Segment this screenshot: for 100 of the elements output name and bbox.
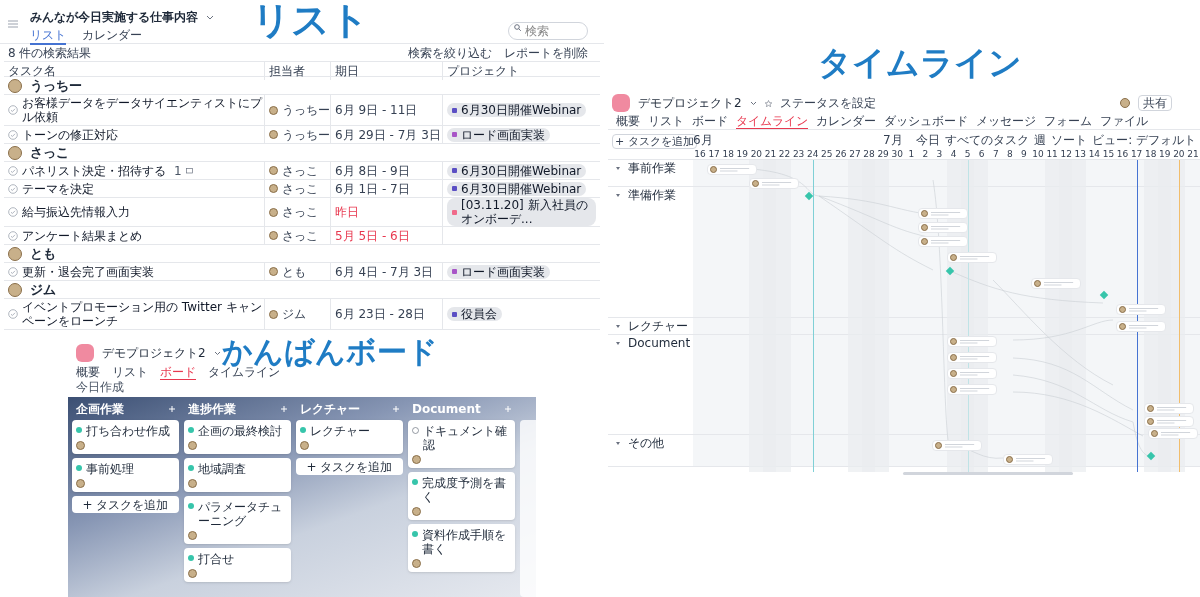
tab[interactable]: 概要 <box>76 365 100 380</box>
timeline-task[interactable] <box>946 368 997 379</box>
timeline-task[interactable] <box>1115 304 1166 315</box>
check-circle-icon <box>8 230 18 241</box>
column-title: Document <box>412 400 481 418</box>
task-card[interactable]: 資料作成手順を書く <box>408 524 515 572</box>
assignee-name: さっこ <box>282 181 318 196</box>
task-name[interactable]: パネリスト決定・招待する <box>22 163 166 178</box>
share-button[interactable]: 共有 <box>1138 95 1172 111</box>
chevron-down-icon <box>206 14 214 20</box>
task-card[interactable]: 打ち合わせ作成 <box>72 420 179 454</box>
project-tag[interactable]: ロード画面実装 <box>447 127 550 142</box>
project-tag[interactable]: 役員会 <box>447 307 502 321</box>
project-title: デモプロジェクト2 <box>638 95 742 112</box>
caret-down-icon <box>616 194 620 197</box>
timeline-task[interactable] <box>1002 454 1053 465</box>
add-task-button[interactable]: + タスクを追加 <box>72 496 179 513</box>
toolbar-button[interactable]: 週 <box>1034 131 1047 149</box>
day-label: 10 <box>1031 148 1045 160</box>
project-tag[interactable]: 6月30日開催Webinar <box>447 163 587 178</box>
toolbar-button[interactable]: 検索を絞り込む <box>408 43 492 62</box>
tab[interactable]: カレンダー <box>816 114 876 129</box>
status-button[interactable]: ステータスを設定 <box>779 94 876 112</box>
column-title: 進捗作業 <box>188 400 236 418</box>
timeline-task[interactable] <box>946 352 997 363</box>
project-tag[interactable]: ロード画面実装 <box>447 264 550 279</box>
tab[interactable]: メッセージ <box>976 114 1036 129</box>
due-date: 6月 23日 - 28日 <box>335 307 425 321</box>
timeline-task[interactable] <box>946 336 997 347</box>
timeline-task[interactable] <box>1148 428 1198 439</box>
timeline-task[interactable] <box>1115 321 1166 332</box>
chevron-down-icon <box>749 100 757 106</box>
tab[interactable]: ボード <box>692 114 728 129</box>
task-card[interactable]: 企画の最終検討 <box>184 420 291 454</box>
timeline-task[interactable] <box>707 164 758 175</box>
toolbar-button[interactable]: すべてのタスク <box>945 131 1030 149</box>
assignee-name: さっこ <box>282 205 318 219</box>
project-tag[interactable]: 6月30日開催Webinar <box>447 103 587 117</box>
task-card[interactable]: 打合せ <box>184 548 291 582</box>
timeline-task[interactable] <box>946 252 997 263</box>
scrollbar[interactable] <box>903 472 1073 475</box>
timeline-task[interactable] <box>1143 416 1194 427</box>
timeline-task[interactable] <box>946 384 997 395</box>
section-name: 準備作業 <box>628 189 676 202</box>
task-name[interactable]: トーンの修正対応 <box>22 127 118 142</box>
task-name[interactable]: お客様データをデータサイエンティストにプル依頼 <box>22 96 264 124</box>
task-card[interactable]: 完成度予測を書く <box>408 472 515 520</box>
day-label: 30 <box>890 148 904 160</box>
project-tag[interactable]: 6月30日開催Webinar <box>447 181 587 196</box>
section-name: Document <box>628 337 691 350</box>
day-label: 28 <box>862 148 876 160</box>
tab[interactable]: リスト <box>112 365 148 380</box>
assignee-name: とも <box>282 264 306 279</box>
task-name[interactable]: テーマを決定 <box>22 181 94 196</box>
timeline-task[interactable] <box>918 222 969 233</box>
month-label: 7月 <box>883 132 903 149</box>
comment-icon <box>185 167 193 174</box>
task-name[interactable]: 給与振込先情報入力 <box>22 205 130 219</box>
task-name[interactable]: 更新・退会完了画面実装 <box>22 264 154 279</box>
task-name[interactable]: アンケート結果まとめ <box>22 228 142 243</box>
task-name[interactable]: イベントプロモーション用の Twitter キャンペーンをローンチ <box>22 300 264 328</box>
assignee-name: さっこ <box>282 163 318 178</box>
tab[interactable]: フォーム <box>1044 114 1092 129</box>
task-card[interactable]: レクチャー <box>296 420 403 454</box>
project-title: デモプロジェクト2 <box>102 345 206 362</box>
card-title: 企画の最終検討 <box>198 424 282 438</box>
task-card[interactable]: ドキュメント確認 <box>408 420 515 468</box>
result-count: 8 件の検索結果 <box>8 44 92 62</box>
timeline-task[interactable] <box>749 178 800 189</box>
tab[interactable]: ボード <box>160 365 196 380</box>
avatar <box>269 207 278 217</box>
toolbar-button[interactable]: レポートを削除 <box>504 43 588 62</box>
avatar <box>710 166 718 173</box>
timeline-task[interactable] <box>1031 278 1081 289</box>
avatar <box>949 386 957 393</box>
column-title: レクチャー <box>300 400 360 418</box>
check-circle-icon <box>8 309 18 319</box>
check-circle-icon <box>8 105 18 115</box>
timeline-task[interactable] <box>932 440 983 451</box>
search-field[interactable]: 検索 <box>508 22 588 40</box>
project-tag[interactable]: [03.11.20] 新入社員のオンボーデ... <box>447 198 596 226</box>
tab[interactable]: タイムライン <box>736 114 808 129</box>
toolbar-button[interactable]: ビュー: デフォルト <box>1092 131 1196 149</box>
timeline-task[interactable] <box>918 236 969 247</box>
timeline-task[interactable] <box>1143 403 1194 414</box>
toolbar-button[interactable]: ソート <box>1051 131 1088 149</box>
tab[interactable]: ファイル <box>1100 114 1148 129</box>
task-card[interactable]: 事前処理 <box>72 458 179 492</box>
tab[interactable]: ダッシュボード <box>884 114 968 129</box>
add-task-button[interactable]: + タスクを追加 <box>296 458 403 475</box>
tab[interactable]: リスト <box>30 28 66 45</box>
task-card[interactable]: パラメータチューニング <box>184 496 291 544</box>
tab[interactable]: リスト <box>648 114 684 129</box>
toolbar-button[interactable]: 今日 <box>916 131 941 149</box>
check-circle-icon <box>8 183 18 194</box>
tab[interactable]: カレンダー <box>82 28 142 45</box>
task-card[interactable]: 地域調査 <box>184 458 291 492</box>
card-title: 資料作成手順を書く <box>422 528 507 556</box>
tab[interactable]: 概要 <box>616 114 640 129</box>
timeline-task[interactable] <box>918 208 969 219</box>
